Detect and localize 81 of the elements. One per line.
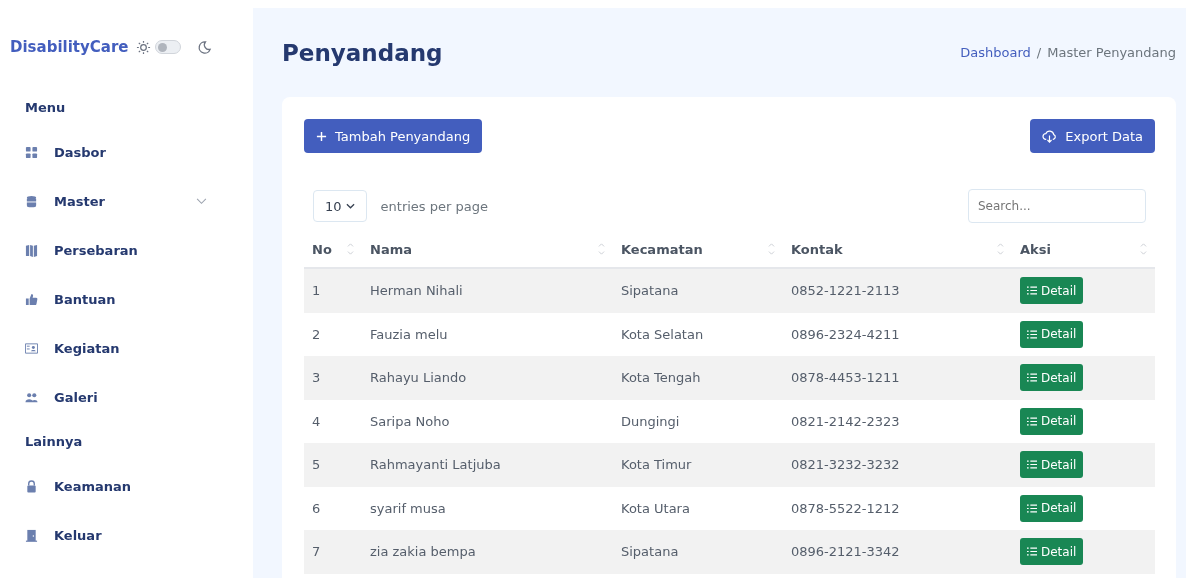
dark-mode-toggle[interactable]	[155, 40, 182, 54]
detail-button[interactable]: Detail	[1020, 364, 1084, 392]
table-cell: 0821-3232-3232	[783, 443, 1012, 487]
table-cell: 6	[304, 486, 362, 530]
table-cell: Sipatana	[613, 530, 783, 574]
sidebar-item[interactable]: Persebaran	[10, 226, 253, 275]
list-icon	[1027, 547, 1037, 557]
table-cell: 3	[304, 356, 362, 400]
cloud-download-icon	[1042, 129, 1058, 143]
sidebar-item[interactable]: Kegiatan	[10, 324, 253, 373]
sort-icon	[768, 243, 775, 255]
sun-icon	[136, 39, 152, 55]
table-cell: Kota Tengah	[613, 356, 783, 400]
list-icon	[1027, 373, 1037, 383]
table-cell: 0821-2142-2323	[783, 399, 1012, 443]
breadcrumb-separator: /	[1036, 45, 1042, 60]
detail-button[interactable]: Detail	[1020, 320, 1084, 348]
detail-button[interactable]: Detail	[1020, 451, 1084, 479]
sort-icon	[997, 243, 1004, 255]
sort-icon	[1140, 243, 1147, 255]
people-icon	[25, 391, 38, 404]
table-cell: 0878-4453-1211	[783, 356, 1012, 400]
breadcrumb-current: Master Penyandang	[1047, 45, 1176, 60]
sidebar-item[interactable]: Galeri	[10, 373, 253, 422]
list-icon	[1027, 503, 1037, 513]
table-cell: Rahmayanti Latjuba	[362, 443, 613, 487]
search-field[interactable]: Search...	[968, 189, 1146, 223]
entries-label: entries per page	[380, 198, 489, 214]
table-cell: Herman Nihali	[362, 268, 613, 313]
moon-icon	[197, 39, 213, 55]
sidebar-item[interactable]: Bantuan	[10, 275, 253, 324]
sidebar-item[interactable]: Keluar	[10, 511, 253, 560]
table-cell: 0852-1221-2113	[783, 268, 1012, 313]
menu-heading: Menu	[24, 99, 67, 117]
table-cell: 1	[304, 268, 362, 313]
table-cell: 0896-2121-3342	[783, 530, 1012, 574]
table-cell: Rahayu Liando	[362, 356, 613, 400]
list-icon	[1027, 416, 1037, 426]
page-size-select[interactable]: 10	[313, 190, 367, 222]
sidebar-item[interactable]: Dasbor	[10, 128, 253, 177]
export-button[interactable]: Export Data	[1030, 119, 1155, 153]
brand-logo[interactable]: DisabilityCare	[10, 38, 129, 56]
add-button[interactable]: Tambah Penyandang	[304, 119, 483, 153]
detail-button[interactable]: Detail	[1020, 277, 1084, 305]
menu-heading: Lainnya	[24, 433, 84, 451]
table-cell: Fauzia melu	[362, 312, 613, 356]
lock-icon	[25, 480, 38, 493]
table-cell: Kota Utara	[613, 486, 783, 530]
sort-icon	[347, 243, 354, 255]
breadcrumb-link[interactable]: Dashboard	[960, 45, 1031, 60]
table-cell: 2	[304, 312, 362, 356]
table-cell: Sipatana	[613, 268, 783, 313]
table-cell: 4	[304, 399, 362, 443]
plus-icon	[316, 130, 327, 142]
table-cell: zia zakia bempa	[362, 530, 613, 574]
database-icon	[25, 195, 38, 208]
table-cell: Saripa Noho	[362, 399, 613, 443]
table-cell: Kota Timur	[613, 443, 783, 487]
list-icon	[1027, 460, 1037, 470]
list-icon	[1027, 286, 1037, 296]
list-icon	[1027, 329, 1037, 339]
detail-button[interactable]: Detail	[1020, 538, 1084, 566]
sidebar-item[interactable]: Keamanan	[10, 462, 253, 511]
table-cell: Dungingi	[613, 399, 783, 443]
thumbs-up-icon	[25, 293, 38, 306]
table-cell: 0878-5522-1212	[783, 486, 1012, 530]
detail-button[interactable]: Detail	[1020, 407, 1084, 435]
table-cell: 5	[304, 443, 362, 487]
door-icon	[25, 529, 38, 542]
sidebar-item[interactable]: Master	[10, 177, 253, 226]
map-icon	[25, 244, 38, 257]
grid-icon	[25, 146, 38, 159]
sort-icon	[598, 243, 605, 255]
table-cell: syarif musa	[362, 486, 613, 530]
page-title: Penyandang	[282, 39, 443, 66]
detail-button[interactable]: Detail	[1020, 494, 1084, 522]
table-cell: Kota Selatan	[613, 312, 783, 356]
chevron-down-icon	[345, 203, 355, 209]
id-card-icon	[25, 342, 38, 355]
table-cell: 0896-2324-4211	[783, 312, 1012, 356]
table-cell: 7	[304, 530, 362, 574]
